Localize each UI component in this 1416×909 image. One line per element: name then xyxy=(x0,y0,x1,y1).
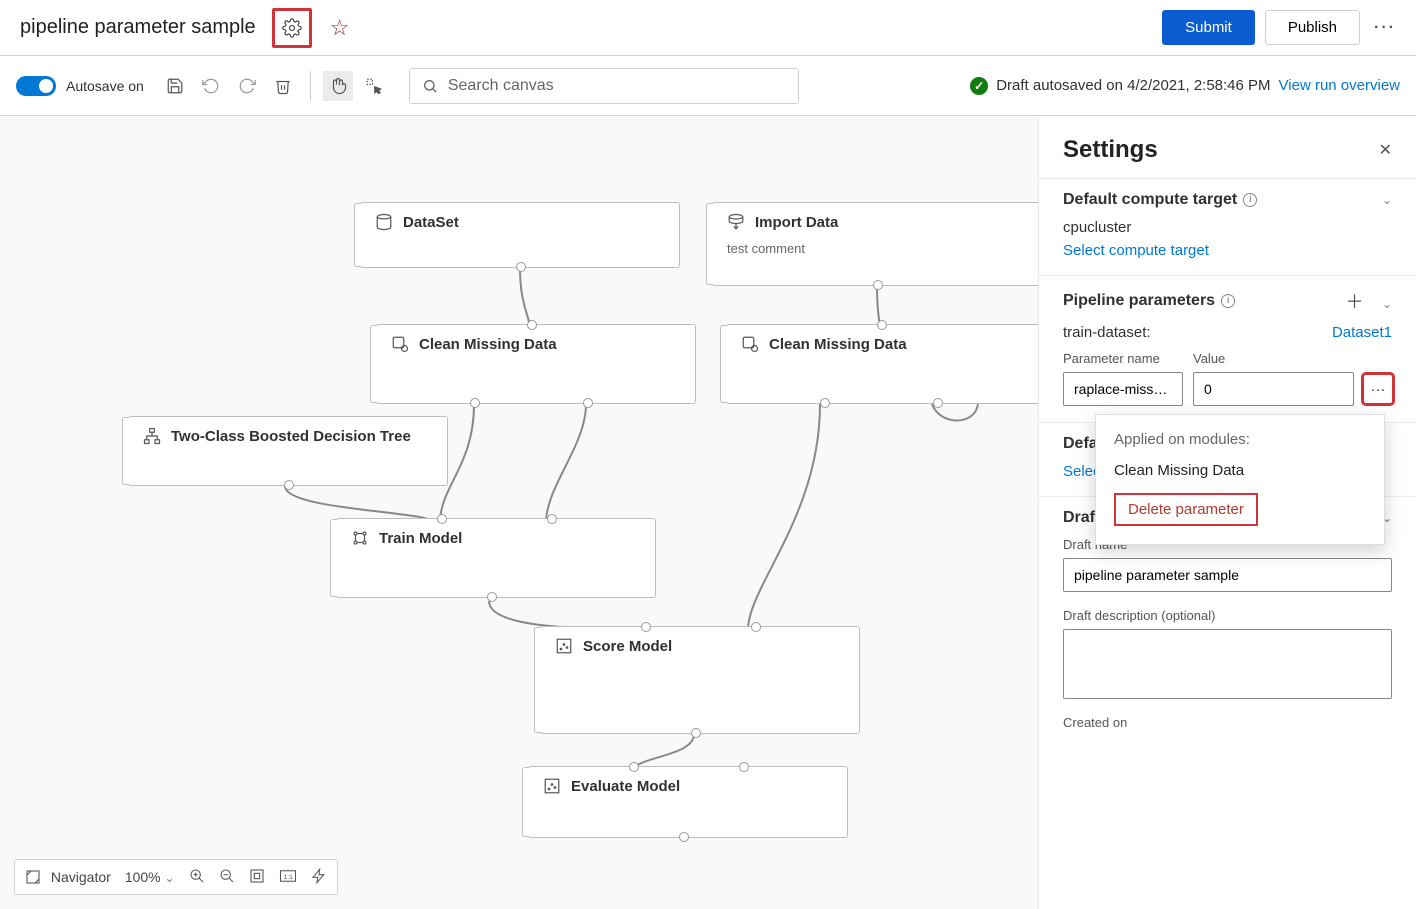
node-dataset[interactable]: DataSet xyxy=(360,202,680,268)
gear-icon[interactable] xyxy=(277,13,307,43)
redo-icon[interactable] xyxy=(232,71,262,101)
train-dataset-label: train-dataset: xyxy=(1063,324,1151,341)
chevron-down-icon[interactable]: ⌄ xyxy=(1382,193,1392,207)
node-clean-missing-1[interactable]: Clean Missing Data xyxy=(376,324,696,404)
delete-icon[interactable] xyxy=(268,71,298,101)
cursor-select-icon[interactable] xyxy=(359,71,389,101)
zoom-in-icon[interactable] xyxy=(189,868,205,887)
navigator-icon xyxy=(25,869,41,885)
score-icon xyxy=(555,637,573,655)
node-train-model[interactable]: Train Model xyxy=(336,518,656,598)
status-text: Draft autosaved on 4/2/2021, 2:58:46 PM xyxy=(996,77,1270,94)
param-value-input[interactable] xyxy=(1193,372,1354,406)
svg-text:1:1: 1:1 xyxy=(283,874,293,881)
popup-module-name: Clean Missing Data xyxy=(1114,462,1366,479)
actual-size-icon[interactable]: 1:1 xyxy=(279,869,297,886)
parameter-context-popup: Applied on modules: Clean Missing Data D… xyxy=(1095,414,1385,545)
page-title: pipeline parameter sample xyxy=(20,16,256,39)
undo-icon[interactable] xyxy=(196,71,226,101)
autosave-label: Autosave on xyxy=(66,78,144,94)
navigator-button[interactable]: Navigator xyxy=(25,869,111,885)
param-more-icon[interactable]: ··· xyxy=(1364,375,1392,403)
header-more-icon[interactable]: ··· xyxy=(1374,19,1396,37)
search-icon xyxy=(422,78,438,94)
zoom-out-icon[interactable] xyxy=(219,868,235,887)
import-icon xyxy=(727,213,745,231)
close-icon[interactable]: ✕ xyxy=(1379,140,1392,160)
settings-panel: Settings ✕ Default compute targeti ⌄ cpu… xyxy=(1038,116,1416,909)
pan-hand-icon[interactable] xyxy=(323,71,353,101)
info-icon[interactable]: i xyxy=(1243,193,1257,207)
node-clean-missing-2[interactable]: Clean Missing Data xyxy=(726,324,1046,404)
success-check-icon xyxy=(970,77,988,95)
database-icon xyxy=(375,213,393,231)
draft-name-input[interactable] xyxy=(1063,558,1392,592)
tree-icon xyxy=(143,427,161,445)
param-name-input[interactable] xyxy=(1063,372,1183,406)
draft-desc-input[interactable] xyxy=(1063,629,1392,699)
node-evaluate-model[interactable]: Evaluate Model xyxy=(528,766,848,838)
header-bar: pipeline parameter sample ☆ Submit Publi… xyxy=(0,0,1416,56)
publish-button[interactable]: Publish xyxy=(1265,10,1360,45)
settings-title: Settings xyxy=(1063,136,1158,164)
autosave-status: Draft autosaved on 4/2/2021, 2:58:46 PM … xyxy=(970,77,1400,95)
favorite-star-icon[interactable]: ☆ xyxy=(330,15,350,41)
node-score-model[interactable]: Score Model xyxy=(540,626,860,734)
select-compute-link[interactable]: Select compute target xyxy=(1063,242,1392,259)
popup-applied-label: Applied on modules: xyxy=(1114,431,1366,448)
fit-screen-icon[interactable] xyxy=(249,868,265,887)
node-import-data[interactable]: Import Data test comment xyxy=(712,202,1042,286)
module-icon xyxy=(391,335,409,353)
node-import-data-comment: test comment xyxy=(713,241,1041,266)
compute-target-value: cpucluster xyxy=(1063,219,1392,236)
save-icon[interactable] xyxy=(160,71,190,101)
chevron-down-icon[interactable]: ⌄ xyxy=(1382,297,1392,311)
module-icon xyxy=(741,335,759,353)
search-placeholder: Search canvas xyxy=(448,77,554,95)
evaluate-icon xyxy=(543,777,561,795)
auto-layout-icon[interactable] xyxy=(311,868,327,887)
view-run-overview-link[interactable]: View run overview xyxy=(1279,77,1400,94)
autosave-toggle[interactable] xyxy=(16,76,56,96)
submit-button[interactable]: Submit xyxy=(1162,10,1255,45)
section-compute-target: Default compute targeti ⌄ cpucluster Sel… xyxy=(1039,178,1416,275)
toolbar: Autosave on Search canvas Draft autosave… xyxy=(0,56,1416,116)
settings-gear-highlight xyxy=(272,8,312,48)
param-value-label: Value xyxy=(1193,351,1392,366)
draft-desc-label: Draft description (optional) xyxy=(1063,608,1392,623)
param-name-label: Parameter name xyxy=(1063,351,1183,366)
delete-parameter-button[interactable]: Delete parameter xyxy=(1114,493,1258,526)
train-icon xyxy=(351,529,369,547)
created-on-label: Created on xyxy=(1063,715,1392,730)
canvas-bottom-bar: Navigator 100% ⌄ 1:1 xyxy=(14,859,338,895)
zoom-level[interactable]: 100% ⌄ xyxy=(125,869,175,885)
train-dataset-value[interactable]: Dataset1 xyxy=(1332,324,1392,341)
section-pipeline-params: Pipeline parametersi ＋ ⌄ train-dataset: … xyxy=(1039,275,1416,422)
info-icon[interactable]: i xyxy=(1221,294,1235,308)
add-parameter-icon[interactable]: ＋ xyxy=(1345,292,1363,312)
search-canvas-input[interactable]: Search canvas xyxy=(409,68,799,104)
node-boosted-decision-tree[interactable]: Two-Class Boosted Decision Tree xyxy=(128,416,448,486)
